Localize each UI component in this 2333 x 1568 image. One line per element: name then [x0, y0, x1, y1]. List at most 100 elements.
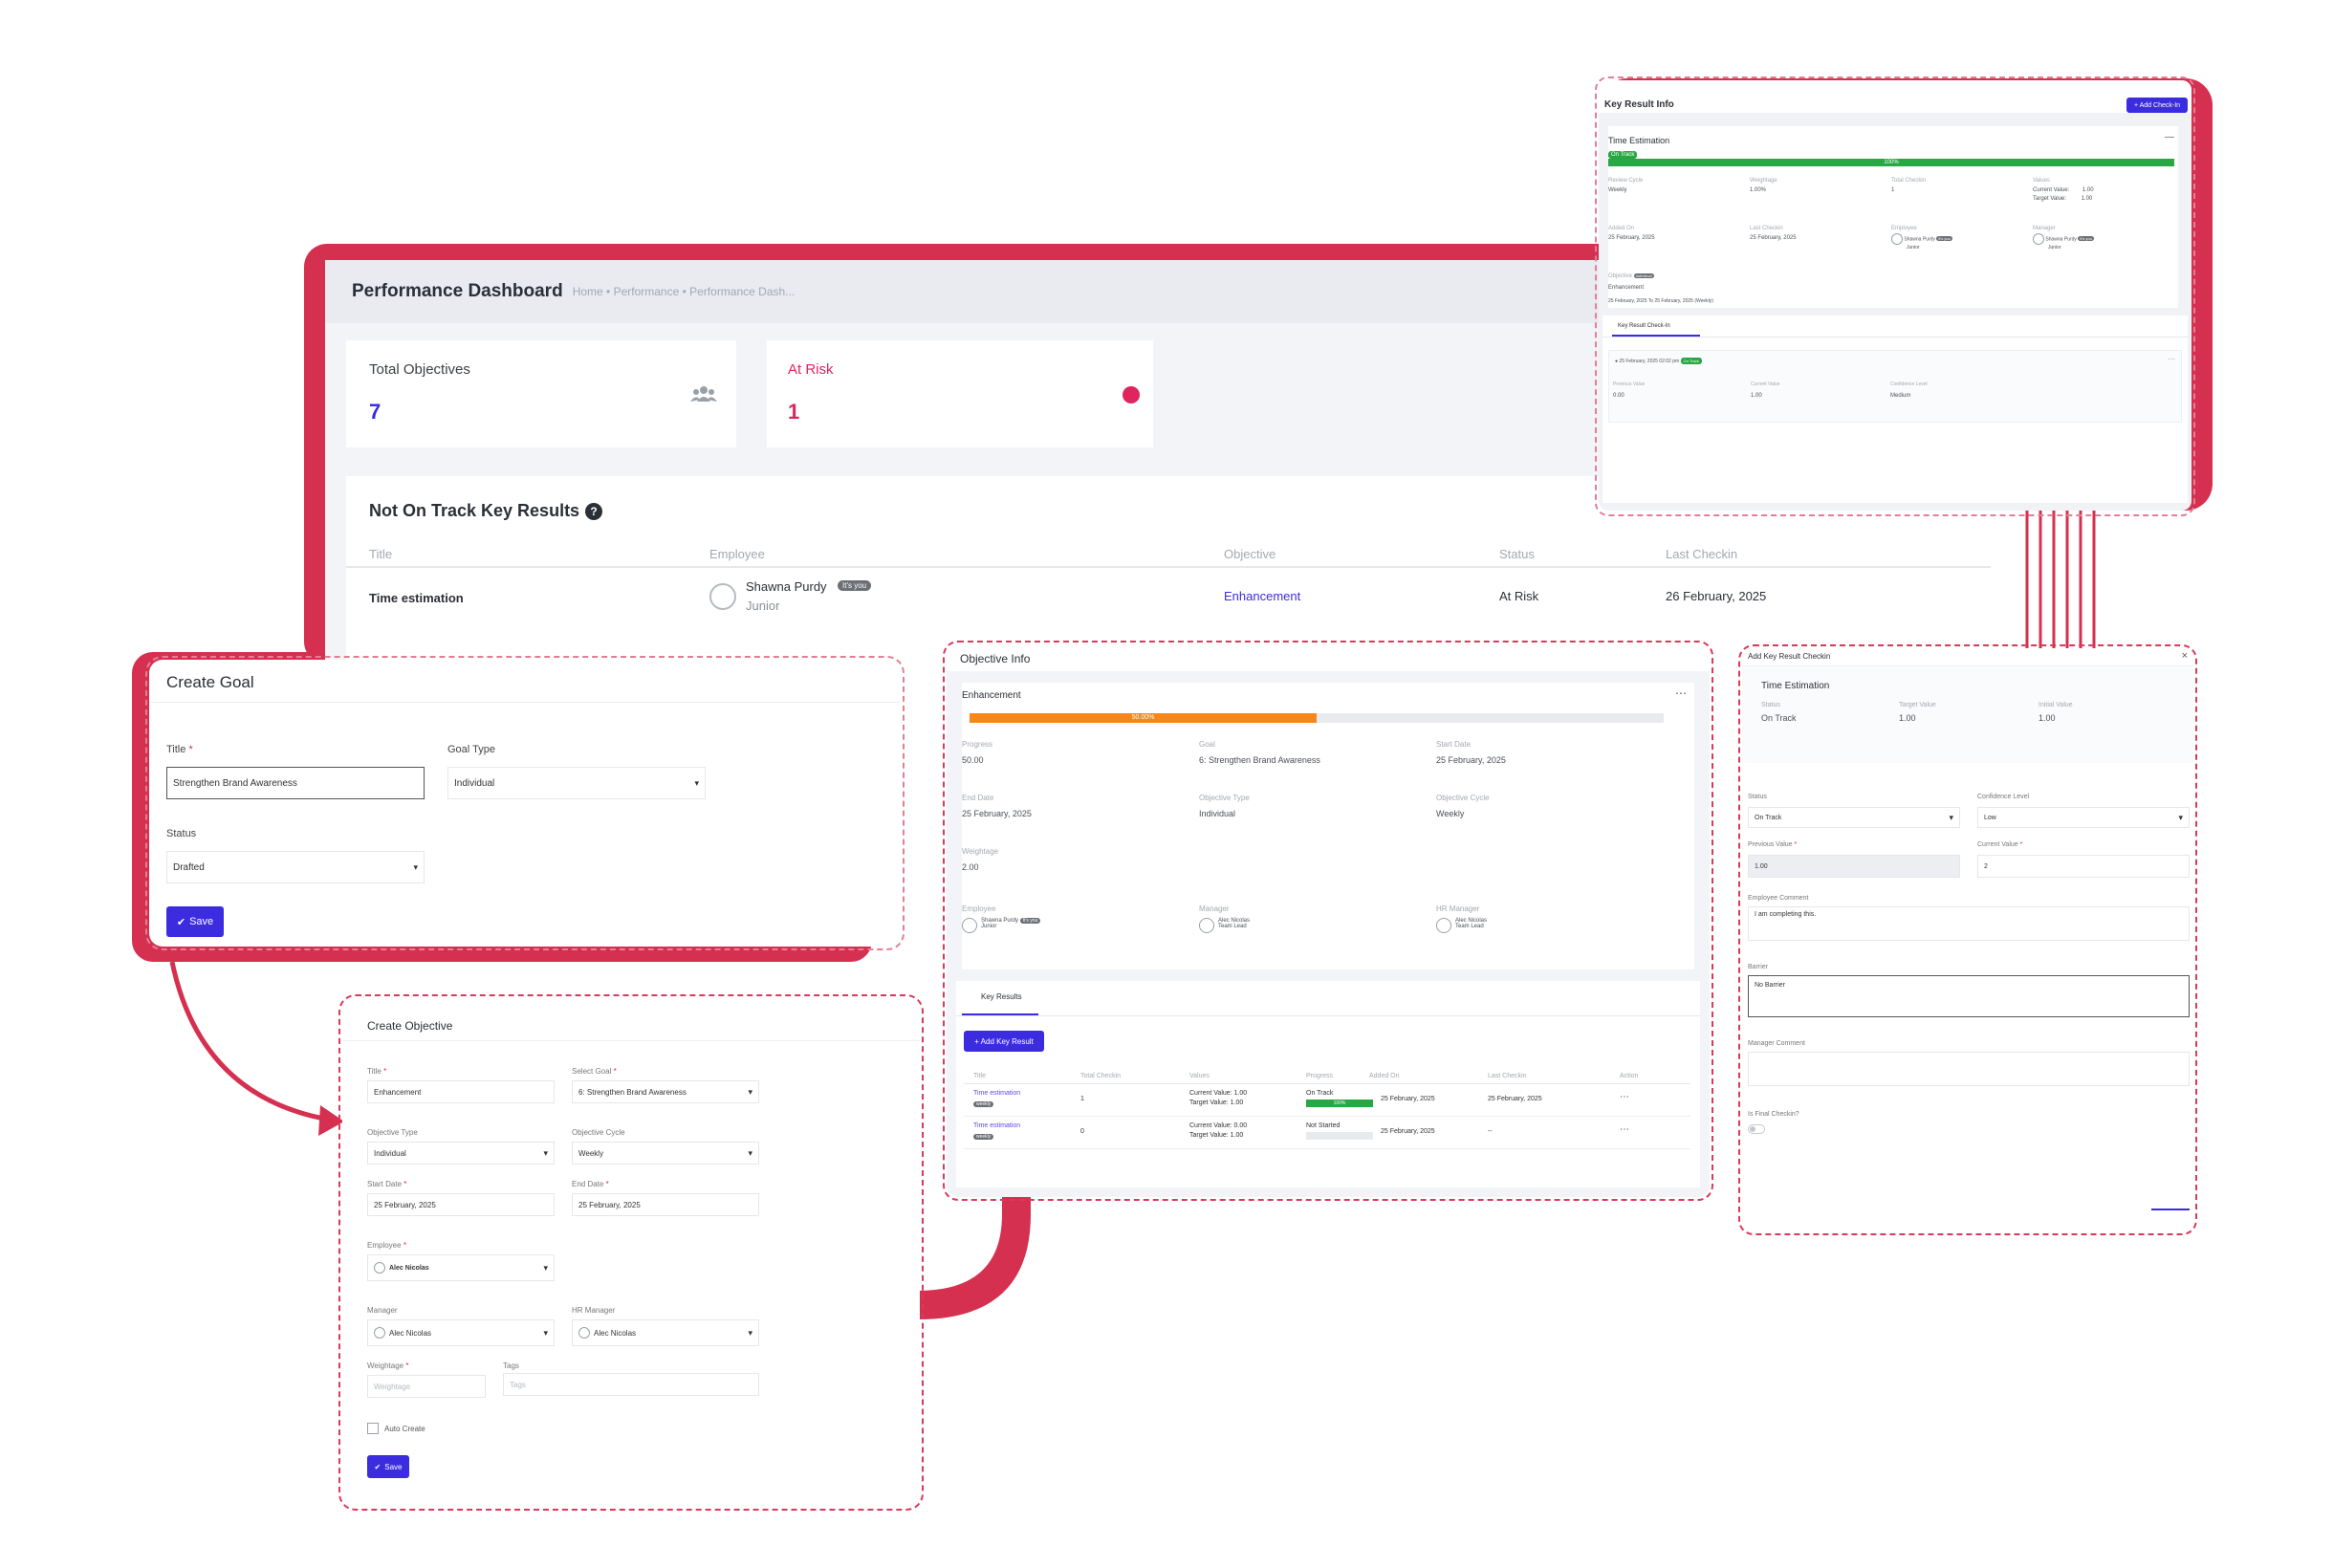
- field-label: Manager: [367, 1306, 398, 1315]
- kr-field-label: Weightage: [1750, 178, 1777, 184]
- row-action-icon[interactable]: ⋯: [1620, 1092, 1629, 1102]
- checkin-status-select[interactable]: On Track: [1748, 807, 1960, 828]
- kr-objective-value: Enhancement: [1608, 285, 1645, 291]
- column-header: Total Checkin: [1080, 1073, 1122, 1079]
- objective-details-card: Enhancement ⋯ 50.00% Progress 50.00 Goal…: [962, 683, 1694, 969]
- kr-header: Key Result Info + Add Check-In: [1599, 80, 2191, 113]
- close-icon[interactable]: ×: [2182, 650, 2188, 662]
- field-label: Previous Value *: [1748, 841, 1798, 848]
- weekly-badge: weekly: [973, 1101, 994, 1107]
- avatar: [578, 1327, 590, 1339]
- stat-card-total-objectives[interactable]: Total Objectives 7: [346, 340, 736, 447]
- summary-value: 1.00: [1899, 713, 1916, 723]
- kr-manager: Shawna Purdy It's you Junior: [2033, 233, 2094, 250]
- column-header: Added On: [1369, 1073, 1400, 1079]
- kr-target: Target Value: 1.00: [1189, 1132, 1244, 1139]
- save-goal-button[interactable]: ✔ Save: [166, 906, 224, 937]
- barrier-input[interactable]: No Barrier: [1748, 975, 2190, 1017]
- auto-create-checkbox[interactable]: Auto Create: [367, 1423, 425, 1434]
- red-dot-icon: [1123, 386, 1140, 403]
- tab-key-results[interactable]: Key Results: [981, 992, 1022, 1001]
- objective-title-input[interactable]: Enhancement: [367, 1080, 555, 1103]
- objective-field-label: Objective Cycle: [1436, 794, 1490, 802]
- kr-progress-track: 100%: [1608, 159, 2174, 166]
- avatar: [374, 1327, 385, 1339]
- kr-checkin-count: 0: [1080, 1128, 1084, 1135]
- manager-comment-input[interactable]: [1748, 1052, 2190, 1086]
- objective-field-label: End Date: [962, 794, 994, 802]
- tab-key-result-checkin[interactable]: Key Result Check-In: [1618, 323, 1670, 329]
- column-header: Progress: [1306, 1073, 1334, 1079]
- column-header: Title: [973, 1073, 986, 1079]
- field-label: HR Manager: [572, 1306, 616, 1315]
- checkin-value: 0.00: [1613, 393, 1624, 399]
- summary-value: 1.00: [2039, 713, 2056, 723]
- objective-cycle-select[interactable]: Weekly: [572, 1142, 759, 1165]
- goal-title-input[interactable]: Strengthen Brand Awareness: [166, 767, 425, 799]
- field-label: Title *: [367, 1067, 387, 1076]
- help-icon[interactable]: ?: [585, 502, 603, 520]
- objective-field-value: 25 February, 2025: [1436, 755, 1506, 765]
- tab-divider: [956, 1015, 1700, 1016]
- kr-title-link[interactable]: Time estimation: [973, 1122, 1020, 1129]
- row-action-icon[interactable]: ⋯: [1620, 1124, 1629, 1135]
- kr-added: 25 February, 2025: [1381, 1128, 1435, 1135]
- submit-underline[interactable]: [2151, 1209, 2190, 1210]
- column-header: Last Checkin: [1666, 547, 1738, 561]
- column-header: Status: [1499, 547, 1535, 561]
- kr-title-link[interactable]: Time estimation: [973, 1090, 1020, 1097]
- field-label: Is Final Checkin?: [1748, 1111, 1799, 1118]
- checkin-modal-title: Add Key Result Checkin: [1748, 652, 1831, 661]
- row-status: At Risk: [1499, 589, 1539, 603]
- previous-value-input[interactable]: 1.00: [1748, 855, 1960, 878]
- objective-field-value: Individual: [1199, 809, 1236, 818]
- summary-value: On Track: [1761, 713, 1797, 723]
- checkin-label: Confidence Level: [1890, 381, 1928, 387]
- kr-field-label: Last Checkin: [1750, 226, 1783, 231]
- checkin-value: Medium: [1890, 393, 1911, 399]
- kr-row-progress-track: [1306, 1132, 1373, 1140]
- tags-input[interactable]: Tags: [503, 1373, 759, 1396]
- objective-form-title: Create Objective: [367, 1019, 453, 1033]
- checkin-header-divider: [1742, 665, 2193, 666]
- goal-status-select[interactable]: Drafted: [166, 851, 425, 883]
- final-checkin-toggle[interactable]: [1748, 1124, 1765, 1134]
- checkin-kr-name: Time Estimation: [1761, 681, 1830, 691]
- confidence-level-select[interactable]: Low: [1977, 807, 2190, 828]
- objective-info-header: Objective Info: [947, 644, 1710, 671]
- table-row[interactable]: Time estimation weekly 1 Current Value: …: [964, 1086, 1690, 1117]
- employee-select[interactable]: Alec Nicolas: [367, 1254, 555, 1281]
- save-objective-button[interactable]: ✔ Save: [367, 1455, 409, 1478]
- start-date-input[interactable]: 25 February, 2025: [367, 1193, 555, 1216]
- end-date-input[interactable]: 25 February, 2025: [572, 1193, 759, 1216]
- current-value-input[interactable]: 2: [1977, 855, 2190, 878]
- manager-select[interactable]: Alec Nicolas: [367, 1319, 555, 1346]
- table-row[interactable]: Time estimation weekly 0 Current Value: …: [964, 1119, 1690, 1149]
- connector-stripes: [2025, 507, 2096, 648]
- stat-card-at-risk[interactable]: At Risk 1: [767, 340, 1153, 447]
- add-check-in-button[interactable]: + Add Check-In: [2126, 98, 2188, 113]
- objective-info-panel: Objective Info Enhancement ⋯ 50.00% Prog…: [947, 644, 1710, 1197]
- field-label: Manager Comment: [1748, 1040, 1805, 1047]
- connector-arrow: [169, 961, 344, 1136]
- objective-menu-icon[interactable]: ⋯: [1675, 686, 1687, 700]
- weightage-input[interactable]: Weightage: [367, 1375, 486, 1398]
- avatar: [374, 1262, 385, 1274]
- add-key-result-button[interactable]: + Add Key Result: [964, 1031, 1044, 1052]
- users-icon: [690, 386, 717, 402]
- people-label: Employee: [962, 904, 996, 913]
- kr-field-label: Employee: [1891, 226, 1917, 231]
- select-goal[interactable]: 6: Strengthen Brand Awareness: [572, 1080, 759, 1103]
- employee-comment-input[interactable]: I am completing this.: [1748, 906, 2190, 941]
- hr-manager-select[interactable]: Alec Nicolas: [572, 1319, 759, 1346]
- objective-type-select[interactable]: Individual: [367, 1142, 555, 1165]
- checkin-time: ● 25 February, 2025 02:02 pm On Track: [1615, 358, 1702, 364]
- goal-type-select[interactable]: Individual: [447, 767, 706, 799]
- kr-menu-icon[interactable]: —: [2165, 132, 2174, 142]
- table-row[interactable]: Time estimation Shawna Purdy It's you Ju…: [346, 570, 1991, 627]
- objective-field-value: 50.00: [962, 755, 984, 765]
- breadcrumb[interactable]: Home • Performance • Performance Dash...: [573, 285, 796, 298]
- checkin-menu-icon[interactable]: ⋯: [2168, 355, 2175, 363]
- objective-link[interactable]: Enhancement: [1224, 589, 1300, 603]
- stat-label: Total Objectives: [369, 361, 470, 378]
